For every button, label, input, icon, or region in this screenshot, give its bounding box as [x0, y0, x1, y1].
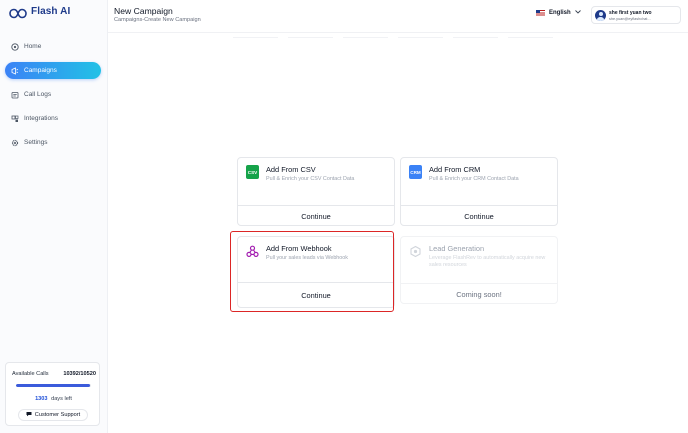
selection-highlight: [230, 231, 394, 312]
card-title: Add From CSV: [266, 165, 316, 174]
customer-support-label: Customer Support: [34, 412, 81, 418]
integrations-icon: [11, 115, 19, 123]
sidebar-item-call-logs[interactable]: Call Logs: [5, 86, 101, 103]
chevron-down-icon: [574, 10, 581, 16]
avatar: [595, 9, 606, 21]
campaigns-icon: [11, 66, 19, 75]
home-icon: [11, 42, 19, 51]
crm-file-icon: CRM: [409, 165, 422, 179]
coming-soon-label: Coming soon!: [456, 289, 502, 299]
sidebar-item-label: Settings: [24, 139, 48, 146]
brand-name: Flash AI: [31, 6, 71, 17]
add-from-csv-card[interactable]: CSV Add From CSV Pull & Enrich your CSV …: [237, 157, 395, 226]
available-calls-row: Available Calls 10392/10520: [12, 371, 96, 377]
available-calls-value: 10392/10520: [63, 371, 96, 377]
gear-icon: [11, 139, 19, 147]
language-selector[interactable]: English: [536, 10, 581, 16]
sidebar-item-home[interactable]: Home: [5, 38, 101, 55]
sidebar-nav: Home Campaigns Call Logs Integrations Se…: [5, 38, 101, 158]
sidebar-item-label: Integrations: [24, 115, 58, 122]
logo-icon: [9, 6, 27, 19]
user-email: she.yuan@eyflashchat...: [609, 16, 651, 21]
header: New Campaign Campaigns-Create New Campai…: [108, 0, 688, 33]
app: Flash AI Home Campaigns Call Logs Integr…: [0, 0, 688, 433]
days-left-label: days left: [51, 396, 72, 402]
continue-button[interactable]: Continue: [238, 206, 394, 226]
add-from-crm-card[interactable]: CRM Add From CRM Pull & Enrich your CRM …: [400, 157, 558, 226]
sidebar: Flash AI Home Campaigns Call Logs Integr…: [0, 0, 108, 433]
sidebar-item-label: Home: [24, 43, 42, 50]
days-left: 1303 days left: [6, 396, 101, 402]
sidebar-item-label: Call Logs: [24, 91, 52, 98]
language-label: English: [549, 10, 571, 16]
card-title: Lead Generation: [429, 244, 485, 253]
usage-progress-fill: [16, 384, 91, 387]
call-logs-icon: [11, 91, 19, 99]
continue-button[interactable]: Continue: [401, 206, 557, 226]
days-left-number: 1303: [35, 396, 48, 402]
chat-icon: [26, 411, 32, 419]
card-title: Add From CRM: [429, 165, 481, 174]
csv-badge-text: CSV: [247, 169, 258, 175]
card-description: Pull & Enrich your CSV Contact Data: [266, 176, 355, 182]
customer-support-button[interactable]: Customer Support: [18, 409, 88, 421]
breadcrumb: Campaigns-Create New Campaign: [114, 17, 201, 23]
sidebar-item-campaigns[interactable]: Campaigns: [5, 62, 101, 79]
us-flag-icon: [536, 10, 545, 16]
lead-generation-card: Lead Generation Leverage FlashRev to aut…: [400, 236, 558, 304]
user-name: she first yuan two: [609, 9, 652, 16]
csv-file-icon: CSV: [246, 165, 259, 179]
crm-badge-text: CRM: [410, 169, 421, 175]
logo[interactable]: Flash AI: [9, 6, 71, 19]
page-title: New Campaign: [114, 6, 173, 16]
sidebar-item-integrations[interactable]: Integrations: [5, 110, 101, 127]
usage-card: Available Calls 10392/10520 1303 days le…: [5, 362, 100, 426]
usage-progress-bar: [16, 384, 91, 387]
lead-generation-icon: [409, 244, 422, 258]
available-calls-label: Available Calls: [12, 371, 49, 377]
user-menu[interactable]: she first yuan two she.yuan@eyflashchat.…: [591, 6, 681, 24]
header-divider: [233, 37, 553, 38]
card-description: Leverage FlashRev to automatically acqui…: [429, 255, 546, 268]
sidebar-item-settings[interactable]: Settings: [5, 134, 101, 151]
sidebar-item-label: Campaigns: [24, 67, 57, 74]
user-info: she first yuan two she.yuan@eyflashchat.…: [609, 10, 652, 21]
card-description: Pull & Enrich your CRM Contact Data: [429, 176, 519, 182]
